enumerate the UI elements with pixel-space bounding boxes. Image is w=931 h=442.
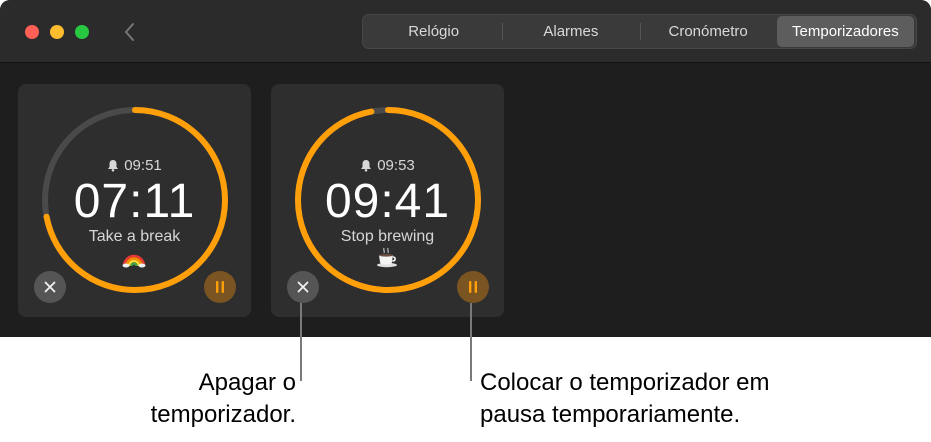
cancel-callout-text: Apagar o temporizador. <box>100 367 296 431</box>
zoom-window-button[interactable] <box>75 25 89 39</box>
clock-app-window: Relógio Alarmes Cronómetro Temporizadore… <box>0 0 931 337</box>
remaining-time: 07:11 <box>73 175 196 228</box>
callout-line-1: Apagar o <box>198 369 296 396</box>
callout-line-2: temporizador. <box>150 401 296 428</box>
chevron-left-icon <box>125 23 134 41</box>
alarm-time-row: 09:53 <box>271 157 504 174</box>
cancel-timer-button[interactable] <box>34 271 66 303</box>
remaining-time: 09:41 <box>324 175 451 228</box>
tab-stopwatch[interactable]: Cronómetro <box>639 16 777 47</box>
pause-icon <box>469 281 477 293</box>
alarm-time-row: 09:51 <box>18 157 251 174</box>
cancel-timer-button[interactable] <box>287 271 319 303</box>
back-button[interactable] <box>118 18 142 46</box>
pause-icon <box>216 281 224 293</box>
tab-clock[interactable]: Relógio <box>365 16 502 47</box>
timer-label: Stop brewing <box>340 228 435 245</box>
rainbow-icon <box>122 254 146 268</box>
close-icon <box>44 281 56 293</box>
alarm-time: 09:53 <box>377 157 415 174</box>
timer-card[interactable]: 09:51 07:11 Take a break <box>18 84 251 317</box>
bell-icon <box>361 160 372 172</box>
alarm-time: 09:51 <box>124 157 162 174</box>
minimize-window-button[interactable] <box>50 25 64 39</box>
pause-callout-text: Colocar o temporizador em pausa temporar… <box>480 367 920 431</box>
close-icon <box>297 281 309 293</box>
pause-timer-button[interactable] <box>204 271 236 303</box>
callout-line-2: pausa temporariamente. <box>480 401 741 428</box>
hot-beverage-icon <box>377 247 397 268</box>
pause-callout-line <box>470 303 472 381</box>
tab-alarms[interactable]: Alarmes <box>502 16 639 47</box>
tab-bar: Relógio Alarmes Cronómetro Temporizadore… <box>362 14 917 49</box>
timer-card[interactable]: 09:53 09:41 Stop brewing <box>271 84 504 317</box>
cancel-callout-line <box>300 303 302 381</box>
pause-timer-button[interactable] <box>457 271 489 303</box>
close-window-button[interactable] <box>25 25 39 39</box>
titlebar: Relógio Alarmes Cronómetro Temporizadore… <box>0 0 931 63</box>
bell-icon <box>108 160 119 172</box>
callout-line-1: Colocar o temporizador em <box>480 369 770 396</box>
timer-label: Take a break <box>88 228 181 245</box>
tab-timers[interactable]: Temporizadores <box>776 16 914 47</box>
